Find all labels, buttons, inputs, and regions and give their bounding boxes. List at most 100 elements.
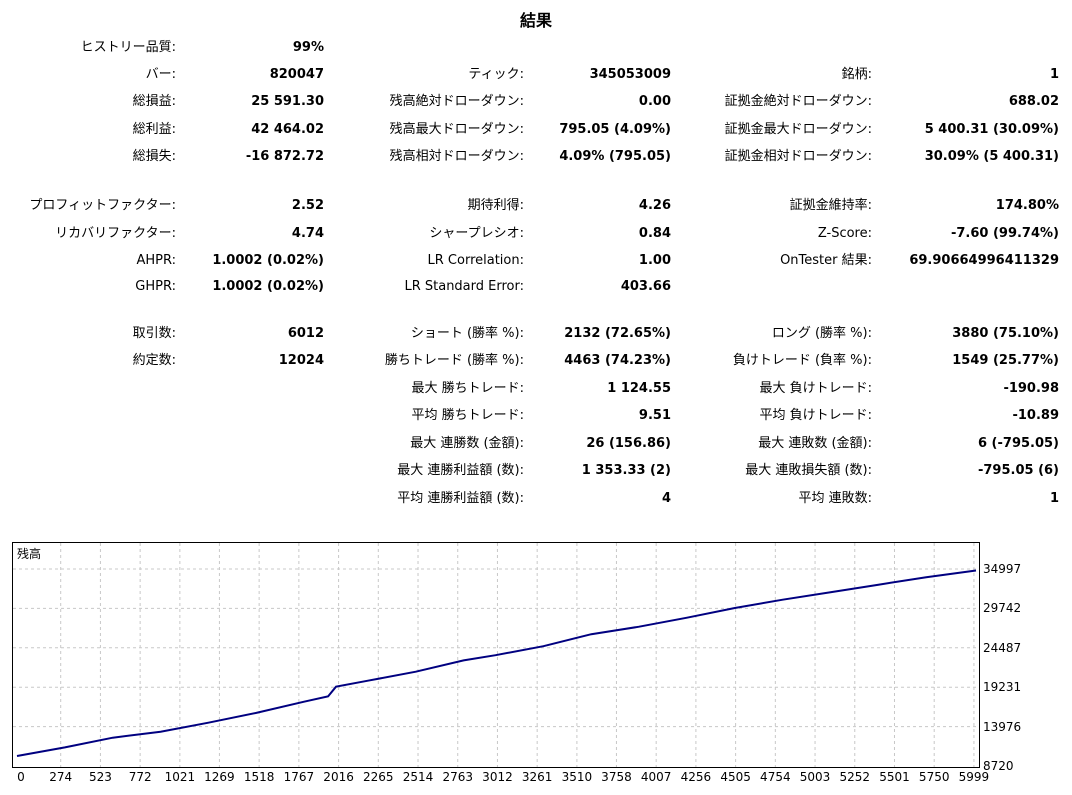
largest-loss-value: -190.98 xyxy=(1003,381,1059,396)
x-tick-label: 3012 xyxy=(482,770,513,784)
y-tick-label: 34997 xyxy=(983,562,1022,576)
x-tick-label: 3510 xyxy=(561,770,593,784)
lr-std-error-value: 403.66 xyxy=(620,279,671,294)
avg-loss-value: -10.89 xyxy=(1012,408,1059,423)
balance-dd-max-label: 残高最大ドローダウン: xyxy=(389,122,524,137)
largest-profit-value: 1 124.55 xyxy=(607,381,671,396)
x-tick-label: 5999 xyxy=(958,770,990,784)
balance-dd-rel-label: 残高相対ドローダウン: xyxy=(389,149,524,164)
x-tick-label: 2763 xyxy=(442,770,474,784)
profit-factor-value: 2.52 xyxy=(291,198,324,213)
equity-dd-abs-value: 688.02 xyxy=(1008,94,1059,109)
y-tick-label: 13976 xyxy=(983,719,1022,734)
avg-consec-losses-value: 1 xyxy=(1049,491,1059,506)
max-consec-wins-value: 26 (156.86) xyxy=(586,436,671,451)
balance-line xyxy=(16,569,977,757)
z-score-label: Z-Score: xyxy=(817,226,872,241)
balance-dd-abs-value: 0.00 xyxy=(638,94,671,109)
long-trades-label: ロング (勝率 %): xyxy=(771,326,872,341)
ticks-value: 345053009 xyxy=(589,67,671,82)
ghpr-value: 1.0002 (0.02%) xyxy=(212,279,324,294)
lr-std-error-label: LR Standard Error: xyxy=(404,279,524,294)
avg-profit-label: 平均 勝ちトレード: xyxy=(411,408,524,423)
balance-dd-abs-label: 残高絶対ドローダウン: xyxy=(389,94,524,109)
chart-title: 残高 xyxy=(17,547,42,561)
lr-correlation-label: LR Correlation: xyxy=(427,253,524,268)
balance-chart-plot xyxy=(13,543,979,767)
gross-profit-value: 42 464.02 xyxy=(251,122,324,137)
expected-payoff-label: 期待利得: xyxy=(467,198,524,213)
y-tick-label: 29742 xyxy=(983,601,1022,616)
net-profit-label: 総損益: xyxy=(132,94,176,109)
x-tick-label: 4256 xyxy=(680,770,712,784)
max-consec-loss-value: -795.05 (6) xyxy=(977,463,1059,478)
x-tick-label: 1269 xyxy=(204,770,235,784)
bars-label: バー: xyxy=(145,67,176,82)
net-profit-value: 25 591.30 xyxy=(251,94,324,109)
lr-correlation-value: 1.00 xyxy=(638,253,671,268)
avg-consec-losses-label: 平均 連敗数: xyxy=(798,491,872,506)
symbols-value: 1 xyxy=(1049,67,1059,82)
x-tick-label: 1767 xyxy=(283,770,315,784)
max-consec-loss-label: 最大 連敗損失額 (数): xyxy=(745,463,872,478)
sharpe-ratio-value: 0.84 xyxy=(638,226,671,241)
equity-dd-abs-label: 証拠金絶対ドローダウン: xyxy=(724,94,872,109)
max-consec-losses-label: 最大 連敗数 (金額): xyxy=(758,436,872,451)
gross-loss-value: -16 872.72 xyxy=(245,149,324,164)
equity-dd-max-value: 5 400.31 (30.09%) xyxy=(924,122,1059,137)
x-tick-label: 5501 xyxy=(879,770,910,784)
z-score-value: -7.60 (99.74%) xyxy=(950,226,1059,241)
max-consec-wins-label: 最大 連勝数 (金額): xyxy=(410,436,524,451)
y-tick-label: 24487 xyxy=(983,640,1022,655)
expected-payoff-value: 4.26 xyxy=(638,198,671,213)
x-tick-label: 4754 xyxy=(760,770,791,784)
ghpr-label: GHPR: xyxy=(135,279,176,294)
short-trades-label: ショート (勝率 %): xyxy=(410,326,524,341)
profit-trades-value: 4463 (74.23%) xyxy=(564,353,671,368)
equity-dd-rel-label: 証拠金相対ドローダウン: xyxy=(724,149,872,164)
page-title: 結果 xyxy=(519,11,552,30)
avg-consec-wins-value: 4 xyxy=(661,491,671,506)
x-tick-label: 5003 xyxy=(799,770,831,784)
largest-profit-label: 最大 勝ちトレード: xyxy=(411,381,524,396)
x-tick-label: 2016 xyxy=(323,770,354,784)
x-tick-label: 0 xyxy=(17,770,25,784)
x-tick-label: 3261 xyxy=(521,770,553,784)
avg-loss-label: 平均 負けトレード: xyxy=(759,408,872,423)
loss-trades-label: 負けトレード (負率 %): xyxy=(732,353,872,368)
x-tick-label: 4007 xyxy=(640,770,672,784)
profit-trades-label: 勝ちトレード (勝率 %): xyxy=(384,353,524,368)
x-tick-label: 274 xyxy=(49,770,73,784)
total-trades-value: 6012 xyxy=(287,326,324,341)
long-trades-value: 3880 (75.10%) xyxy=(952,326,1059,341)
balance-dd-rel-value: 4.09% (795.05) xyxy=(559,149,671,164)
x-tick-label: 2514 xyxy=(402,770,434,784)
x-tick-label: 772 xyxy=(128,770,152,784)
short-trades-value: 2132 (72.65%) xyxy=(564,326,671,341)
ontester-value: 69.90664996411329 xyxy=(909,253,1059,268)
max-consec-profit-label: 最大 連勝利益額 (数): xyxy=(397,463,524,478)
ontester-label: OnTester 結果: xyxy=(780,253,872,268)
x-tick-label: 5252 xyxy=(839,770,871,784)
symbols-label: 銘柄: xyxy=(841,67,872,82)
ticks-label: ティック: xyxy=(468,67,524,82)
avg-profit-value: 9.51 xyxy=(638,408,671,423)
x-tick-label: 523 xyxy=(88,770,112,784)
margin-level-label: 証拠金維持率: xyxy=(789,198,872,213)
max-consec-losses-value: 6 (-795.05) xyxy=(977,436,1059,451)
x-tick-label: 1021 xyxy=(164,770,196,784)
total-trades-label: 取引数: xyxy=(132,326,176,341)
history-quality-label: ヒストリー品質: xyxy=(80,40,176,55)
avg-consec-wins-label: 平均 連勝利益額 (数): xyxy=(397,491,524,506)
x-tick-label: 5750 xyxy=(918,770,950,784)
profit-factor-label: プロフィットファクター: xyxy=(29,198,176,213)
total-deals-value: 12024 xyxy=(278,353,324,368)
recovery-factor-label: リカバリファクター: xyxy=(55,226,176,241)
gross-profit-label: 総利益: xyxy=(132,122,176,137)
equity-dd-max-label: 証拠金最大ドローダウン: xyxy=(724,122,872,137)
ahpr-label: AHPR: xyxy=(136,253,176,268)
largest-loss-label: 最大 負けトレード: xyxy=(759,381,872,396)
x-tick-label: 1518 xyxy=(243,770,275,784)
loss-trades-value: 1549 (25.77%) xyxy=(952,353,1059,368)
bars-value: 820047 xyxy=(269,67,324,82)
